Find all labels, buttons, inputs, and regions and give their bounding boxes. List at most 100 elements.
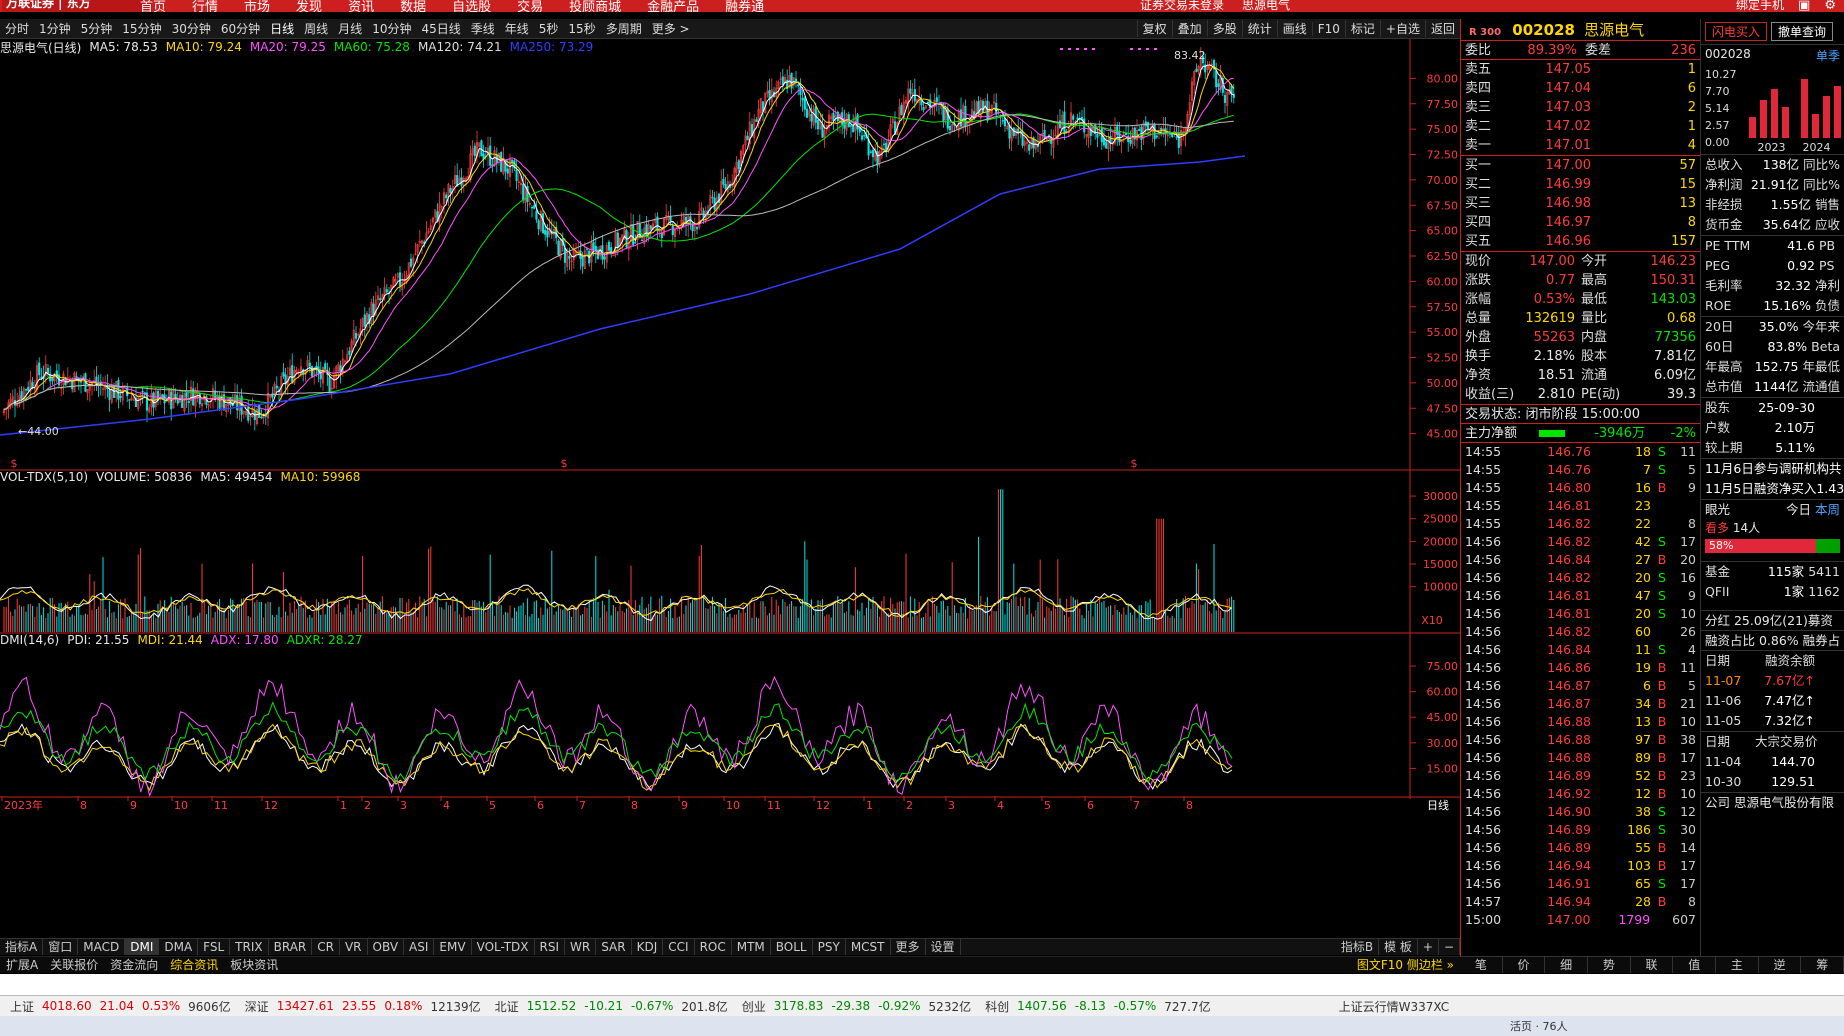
- index-name-4[interactable]: 科创: [975, 998, 1013, 1015]
- ext-tab-2[interactable]: 资金流向: [104, 957, 164, 973]
- sidebar-toggle[interactable]: 图文F10 侧边栏 »: [1351, 957, 1460, 973]
- period-tab-11[interactable]: 季线: [466, 20, 500, 37]
- tool-button-0[interactable]: 复权: [1136, 20, 1172, 37]
- side-tab-1[interactable]: 价: [1503, 957, 1546, 973]
- flash-buy-button[interactable]: 闪电买入: [1705, 22, 1768, 41]
- top-nav-item-5[interactable]: 数据: [400, 0, 426, 12]
- top-nav-item-9[interactable]: 金融产品: [647, 0, 699, 12]
- period-tab-1[interactable]: 1分钟: [34, 20, 76, 37]
- side-tab-7[interactable]: 逆: [1759, 957, 1802, 973]
- tool-button-4[interactable]: 画线: [1276, 20, 1312, 37]
- tool-button-7[interactable]: +自选: [1379, 20, 1425, 37]
- period-tab-9[interactable]: 10分钟: [367, 20, 416, 37]
- period-tab-4[interactable]: 30分钟: [167, 20, 216, 37]
- ext-tab-1[interactable]: 关联报价: [44, 957, 104, 973]
- index-name-3[interactable]: 创业: [732, 998, 770, 1015]
- top-nav-item-6[interactable]: 自选股: [452, 0, 491, 12]
- period-tab-0[interactable]: 分时: [0, 20, 34, 37]
- cancel-query-button[interactable]: 撤单查询: [1771, 22, 1834, 41]
- top-nav-item-1[interactable]: 行情: [192, 0, 218, 12]
- period-tab-2[interactable]: 5分钟: [76, 20, 118, 37]
- indicator-tab-22[interactable]: PSY: [813, 939, 846, 955]
- indicator-tab-23[interactable]: MCST: [846, 939, 891, 955]
- tick-list[interactable]: 14:55 146.76 18 S 11 14:55 146.76 7 S 5 14:55 146.8…: [1461, 443, 1700, 929]
- side-tab-6[interactable]: 主: [1716, 957, 1759, 973]
- side-mode[interactable]: 单季: [1816, 47, 1840, 64]
- indicator-tab-10[interactable]: OBV: [368, 939, 405, 955]
- gear-icon[interactable]: ⚙: [1824, 0, 1836, 12]
- kline-svg[interactable]: 80.00 77.50 75.00 72.50 70.00 67.50 65.00 62.50…: [0, 39, 1460, 937]
- period-tab-16[interactable]: 更多 >: [647, 20, 695, 37]
- side-tab-5[interactable]: 值: [1673, 957, 1717, 973]
- side-tab-3[interactable]: 势: [1588, 957, 1631, 973]
- indicator-tab-1[interactable]: 窗口: [43, 939, 79, 955]
- tool-button-2[interactable]: 多股: [1206, 20, 1242, 37]
- indicator-tab-11[interactable]: ASI: [404, 939, 435, 955]
- index-name-0[interactable]: 上证: [0, 998, 38, 1015]
- period-tab-3[interactable]: 15分钟: [117, 20, 166, 37]
- period-tab-6[interactable]: 日线: [265, 20, 299, 37]
- tool-button-6[interactable]: 标记: [1344, 20, 1380, 37]
- news-item-0[interactable]: 11月6日参与调研机构共: [1701, 459, 1844, 479]
- indicator-tab-18[interactable]: CCI: [663, 939, 695, 955]
- indicator-tab-5[interactable]: FSL: [198, 939, 231, 955]
- side-tab-2[interactable]: 细: [1545, 957, 1589, 973]
- period-tab-13[interactable]: 5秒: [534, 20, 564, 37]
- period-tab-5[interactable]: 60分钟: [216, 20, 265, 37]
- indicator-tab-7[interactable]: BRAR: [269, 939, 313, 955]
- period-tab-10[interactable]: 45日线: [416, 20, 465, 37]
- indicator-tab-6[interactable]: TRIX: [230, 939, 269, 955]
- indicator-tab-21[interactable]: BOLL: [771, 939, 813, 955]
- side-tab-4[interactable]: 联: [1631, 957, 1674, 973]
- week-tab[interactable]: 本周: [1815, 502, 1840, 517]
- indicator-tab-2[interactable]: MACD: [78, 939, 126, 955]
- user-icon[interactable]: ▣: [1798, 0, 1810, 12]
- kline-chart-area[interactable]: 80.00 77.50 75.00 72.50 70.00 67.50 65.00 62.50…: [0, 39, 1460, 937]
- indicator-tab-17[interactable]: KDJ: [632, 939, 664, 955]
- side-tab-8[interactable]: 筹: [1801, 957, 1844, 973]
- top-nav-item-10[interactable]: 融券通: [725, 0, 764, 12]
- indicator-right-0[interactable]: 指标B: [1336, 939, 1380, 955]
- news-item-1[interactable]: 11月5日融资净买入1.43: [1701, 479, 1844, 499]
- indicator-right-1[interactable]: 模 板: [1379, 939, 1418, 955]
- top-nav-item-7[interactable]: 交易: [517, 0, 543, 12]
- indicator-tab-20[interactable]: MTM: [732, 939, 771, 955]
- indicator-tab-19[interactable]: ROC: [695, 939, 732, 955]
- ext-tab-3[interactable]: 综合资讯: [164, 957, 224, 973]
- indicator-right-2[interactable]: +: [1418, 939, 1439, 955]
- indicator-tab-15[interactable]: WR: [565, 939, 597, 955]
- indicator-tab-8[interactable]: CR: [312, 939, 340, 955]
- period-tab-8[interactable]: 月线: [333, 20, 367, 37]
- tool-button-1[interactable]: 叠加: [1171, 20, 1207, 37]
- indicator-tab-4[interactable]: DMA: [159, 939, 199, 955]
- indicator-tab-25[interactable]: 设置: [926, 939, 961, 955]
- tool-button-5[interactable]: F10: [1311, 21, 1345, 36]
- ext-tab-4[interactable]: 板块资讯: [224, 957, 284, 973]
- side-tab-0[interactable]: 笔: [1460, 957, 1503, 973]
- ext-tab-0[interactable]: 扩展A: [0, 957, 44, 973]
- top-nav-item-2[interactable]: 市场: [244, 0, 270, 12]
- period-tab-7[interactable]: 周线: [299, 20, 333, 37]
- indicator-tab-0[interactable]: 指标A: [0, 939, 44, 955]
- period-tab-15[interactable]: 多周期: [601, 20, 647, 37]
- indicator-tab-24[interactable]: 更多: [891, 939, 926, 955]
- indicator-right-3[interactable]: −: [1439, 939, 1460, 955]
- indicator-tab-9[interactable]: VR: [340, 939, 368, 955]
- indicator-tab-16[interactable]: SAR: [596, 939, 632, 955]
- index-name-2[interactable]: 北证: [485, 998, 523, 1015]
- indicator-tab-13[interactable]: VOL-TDX: [472, 939, 535, 955]
- index-name-1[interactable]: 深证: [235, 998, 273, 1015]
- tool-button-3[interactable]: 统计: [1241, 20, 1277, 37]
- bind-phone-link[interactable]: 绑定手机: [1736, 0, 1784, 12]
- indicator-tab-12[interactable]: EMV: [434, 939, 472, 955]
- top-nav-item-4[interactable]: 资讯: [348, 0, 374, 12]
- period-tab-14[interactable]: 15秒: [563, 20, 600, 37]
- period-tab-12[interactable]: 年线: [500, 20, 534, 37]
- today-tab[interactable]: 今日: [1786, 502, 1811, 517]
- top-nav-item-0[interactable]: 首页: [140, 0, 166, 12]
- tool-button-8[interactable]: 返回: [1424, 20, 1460, 37]
- top-nav-item-8[interactable]: 投顾商城: [569, 0, 621, 12]
- indicator-tab-14[interactable]: RSI: [535, 939, 566, 955]
- top-nav-item-3[interactable]: 发现: [296, 0, 322, 12]
- indicator-tab-3[interactable]: DMI: [125, 939, 160, 955]
